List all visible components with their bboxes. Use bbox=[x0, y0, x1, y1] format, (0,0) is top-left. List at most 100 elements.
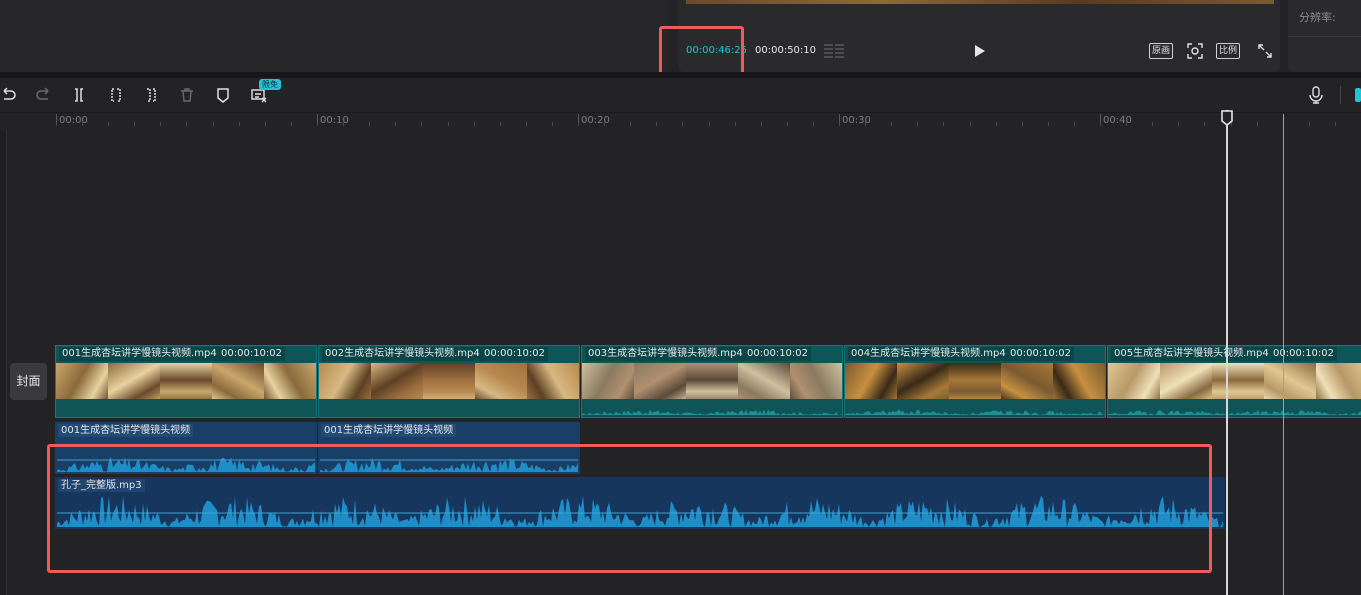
thumbnail-frame bbox=[1212, 363, 1265, 401]
audio-clip[interactable]: 001生成杏坛讲学慢镜头视频 bbox=[318, 422, 580, 474]
ruler-minor-tick bbox=[761, 122, 762, 126]
ruler-minor-tick bbox=[1100, 122, 1101, 126]
ruler-minor-tick bbox=[56, 122, 57, 126]
playhead-handle[interactable] bbox=[1220, 110, 1234, 126]
cover-button[interactable]: 封面 bbox=[10, 363, 47, 400]
clip-name: 003生成杏坛讲学慢镜头视频.mp4 bbox=[585, 347, 746, 361]
original-quality-button[interactable]: 原画 bbox=[1149, 43, 1174, 59]
thumbnail-frame bbox=[686, 363, 739, 401]
thumbnail-frame bbox=[582, 363, 635, 401]
ruler-minor-tick bbox=[1204, 122, 1205, 126]
ruler-minor-tick bbox=[839, 122, 840, 126]
audio-clip-name: 001生成杏坛讲学慢镜头视频 bbox=[321, 424, 457, 437]
clip-waveform bbox=[1108, 410, 1361, 415]
player-panel bbox=[678, 0, 1280, 72]
ruler-minor-tick bbox=[735, 122, 736, 126]
thumbnail-frame bbox=[108, 363, 161, 401]
ruler-minor-tick bbox=[317, 122, 318, 126]
ruler-minor-tick bbox=[395, 122, 396, 126]
video-clip[interactable]: 001生成杏坛讲学慢镜头视频.mp4 00:00:10:02 bbox=[55, 345, 317, 418]
thumbnail-frame bbox=[527, 363, 579, 401]
thumbnail-frame bbox=[897, 363, 950, 401]
timeline-toolbar bbox=[0, 78, 1361, 112]
ruler-minor-tick bbox=[917, 122, 918, 126]
video-clip[interactable]: 002生成杏坛讲学慢镜头视频.mp4 00:00:10:02 bbox=[318, 345, 580, 418]
ruler-minor-tick bbox=[1074, 122, 1075, 126]
clip-name: 002生成杏坛讲学慢镜头视频.mp4 bbox=[322, 347, 483, 361]
media-panel bbox=[0, 0, 670, 72]
delete-icon[interactable] bbox=[178, 86, 196, 104]
audio-clip-name: 001生成杏坛讲学慢镜头视频 bbox=[58, 424, 194, 437]
thumbnail-frame bbox=[949, 363, 1002, 401]
ruler-minor-tick bbox=[1126, 122, 1127, 126]
free-badge: 限免 bbox=[259, 79, 281, 90]
ruler-minor-tick bbox=[82, 122, 83, 126]
music-clip[interactable]: 孔子_完整版.mp3 bbox=[55, 477, 1225, 529]
audio-waveform bbox=[320, 457, 578, 472]
ruler-minor-tick bbox=[1178, 122, 1179, 126]
clip-thumbnails bbox=[56, 363, 316, 401]
screenshot-frame-icon[interactable] bbox=[1186, 42, 1204, 60]
video-clip[interactable]: 005生成杏坛讲学慢镜头视频.mp4 00:00:10:02 bbox=[1107, 345, 1361, 418]
ruler-minor-tick bbox=[1309, 122, 1310, 126]
fullscreen-icon[interactable] bbox=[1256, 42, 1274, 60]
ruler-minor-tick bbox=[186, 122, 187, 126]
time-ruler[interactable] bbox=[0, 112, 1361, 131]
clip-duration: 00:00:10:02 bbox=[1007, 347, 1075, 361]
ruler-minor-tick bbox=[604, 122, 605, 126]
thumbnail-frame bbox=[1108, 363, 1161, 401]
trim-left-icon[interactable] bbox=[107, 86, 125, 104]
ruler-label: 00:40 bbox=[1103, 115, 1132, 126]
split-icon[interactable] bbox=[70, 86, 88, 104]
ruler-minor-tick bbox=[630, 122, 631, 126]
timeline-list-icon[interactable] bbox=[824, 43, 844, 59]
thumbnail-frame bbox=[1316, 363, 1361, 401]
thumbnail-frame bbox=[371, 363, 424, 401]
trim-right-icon[interactable] bbox=[142, 86, 160, 104]
ruler-minor-tick bbox=[134, 122, 135, 126]
video-clip[interactable]: 004生成杏坛讲学慢镜头视频.mp4 00:00:10:02 bbox=[844, 345, 1106, 418]
thumbnail-frame bbox=[1053, 363, 1105, 401]
music-clip-name: 孔子_完整版.mp3 bbox=[58, 479, 145, 492]
toggle-indicator[interactable] bbox=[1355, 88, 1361, 102]
playhead[interactable] bbox=[1226, 110, 1228, 595]
clip-thumbnails bbox=[845, 363, 1105, 401]
redo-icon[interactable] bbox=[34, 86, 52, 104]
clip-name: 005生成杏坛讲学慢镜头视频.mp4 bbox=[1111, 347, 1272, 361]
ruler-minor-tick bbox=[578, 122, 579, 126]
ruler-minor-tick bbox=[160, 122, 161, 126]
ruler-label: 00:20 bbox=[581, 115, 610, 126]
thumbnail-frame bbox=[1001, 363, 1054, 401]
clip-duration: 00:00:10:02 bbox=[481, 347, 549, 361]
clip-duration: 00:00:10:02 bbox=[744, 347, 812, 361]
ruler-minor-tick bbox=[421, 122, 422, 126]
thumbnail-frame bbox=[634, 363, 687, 401]
ruler-minor-tick bbox=[943, 122, 944, 126]
clip-thumbnails bbox=[1108, 363, 1361, 401]
marker-line bbox=[1283, 114, 1284, 595]
video-clip[interactable]: 003生成杏坛讲学慢镜头视频.mp4 00:00:10:02 bbox=[581, 345, 843, 418]
ruler-minor-tick bbox=[213, 122, 214, 126]
undo-icon[interactable] bbox=[0, 86, 18, 104]
thumbnail-frame bbox=[56, 363, 109, 401]
clip-thumbnails bbox=[582, 363, 842, 401]
ruler-minor-tick bbox=[996, 122, 997, 126]
thumbnail-frame bbox=[1160, 363, 1213, 401]
play-icon[interactable] bbox=[970, 42, 988, 60]
thumbnail-frame bbox=[212, 363, 265, 401]
clip-duration: 00:00:10:02 bbox=[1270, 347, 1338, 361]
ruler-minor-tick bbox=[552, 122, 553, 126]
thumbnail-frame bbox=[264, 363, 316, 401]
marker-icon[interactable] bbox=[214, 86, 232, 104]
toolbar-divider bbox=[1340, 86, 1341, 104]
microphone-icon[interactable] bbox=[1308, 86, 1324, 104]
audio-clip[interactable]: 001生成杏坛讲学慢镜头视频 bbox=[55, 422, 317, 474]
aspect-ratio-button[interactable]: 比例 bbox=[1216, 43, 1241, 59]
audio-waveform bbox=[57, 457, 315, 472]
ruler-minor-tick bbox=[500, 122, 501, 126]
clip-name: 001生成杏坛讲学慢镜头视频.mp4 bbox=[59, 347, 220, 361]
ruler-minor-tick bbox=[265, 122, 266, 126]
thumbnail-frame bbox=[790, 363, 842, 401]
ruler-label: 00:30 bbox=[842, 115, 871, 126]
ruler-minor-tick bbox=[1257, 122, 1258, 126]
